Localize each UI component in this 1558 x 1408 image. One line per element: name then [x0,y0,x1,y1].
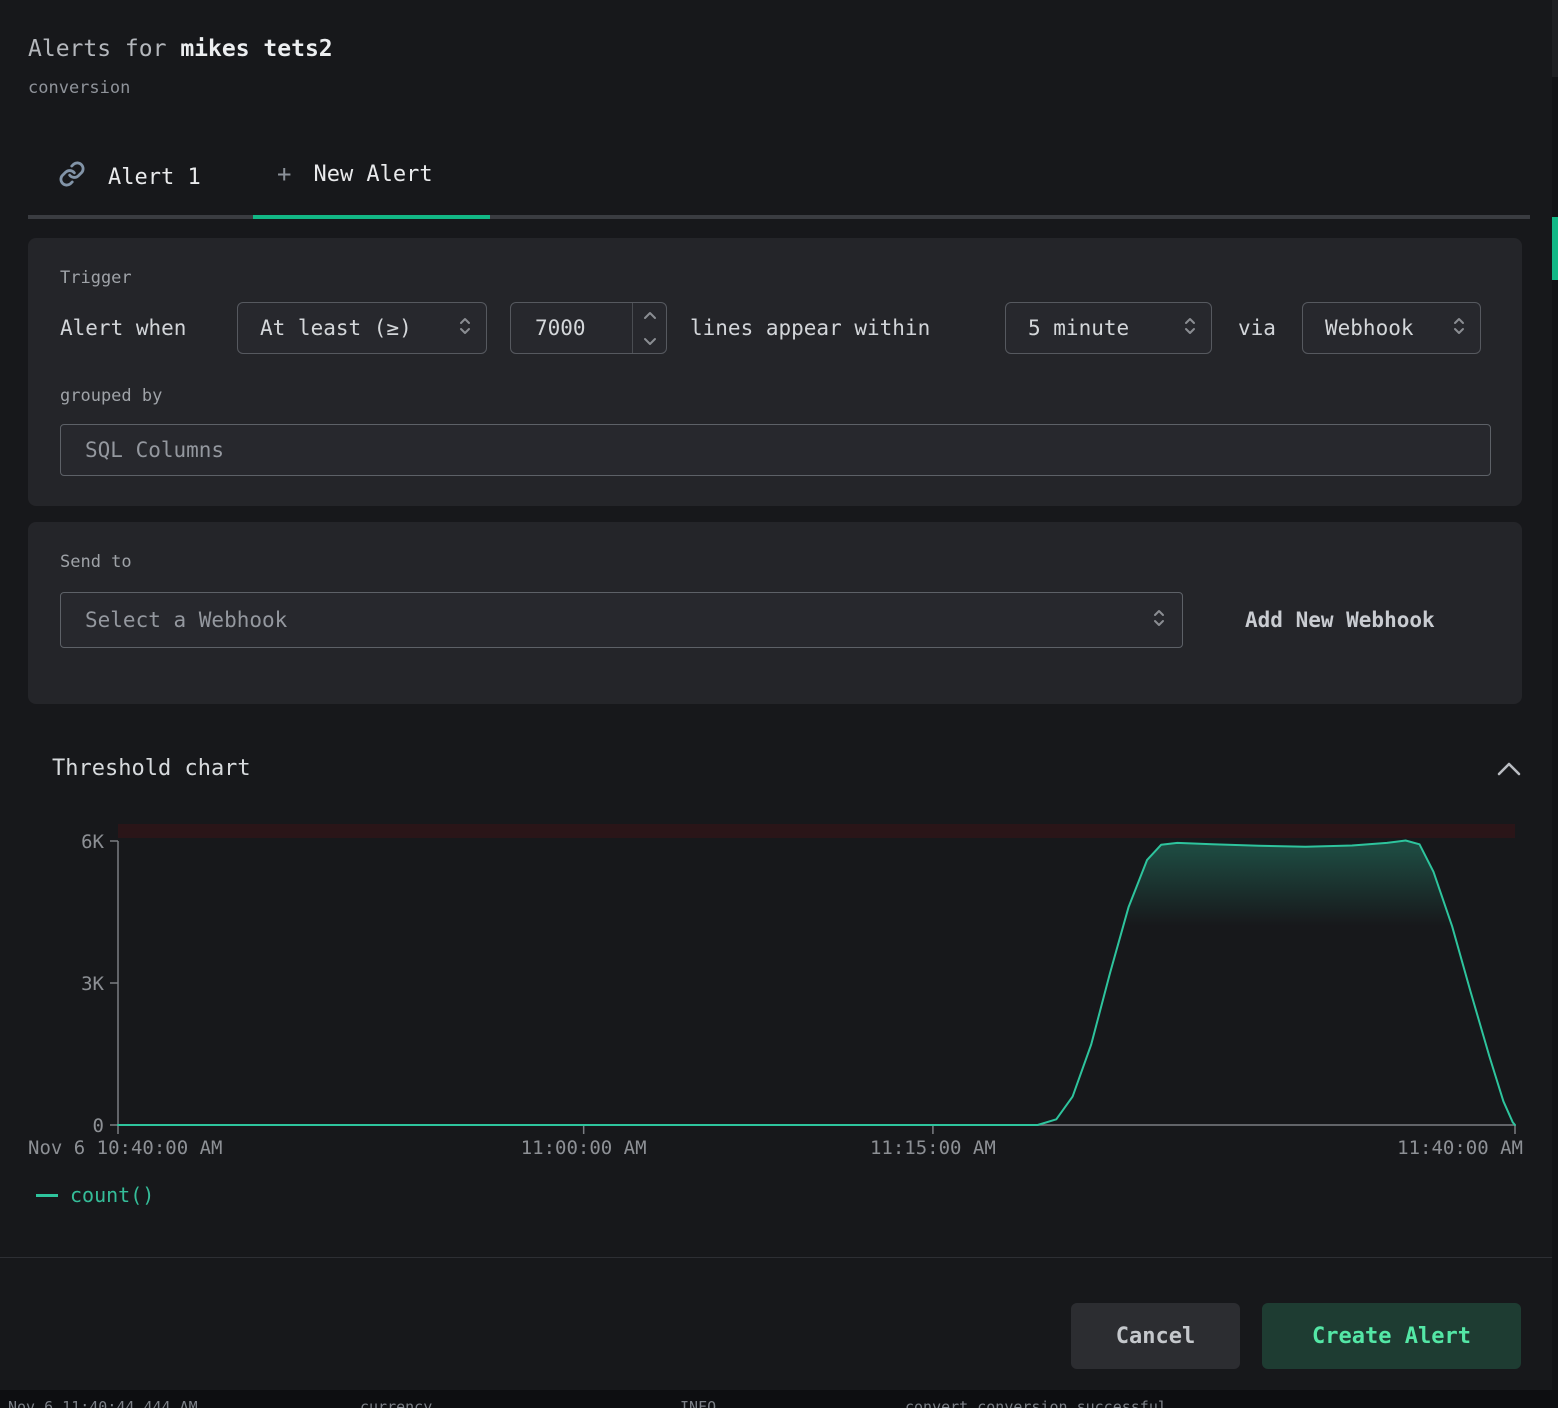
time-window-select[interactable]: 5 minute [1005,302,1212,354]
trigger-section-label: Trigger [60,268,132,288]
threshold-chart-title: Threshold chart [52,756,251,781]
x-tick-label: 11:40:00 AM [1397,1137,1523,1159]
webhook-select-value: Select a Webhook [85,608,287,632]
number-spinner [632,303,666,353]
page-title-source-name: mikes tets2 [180,36,332,62]
log-level: INFO [680,1398,716,1408]
collapse-chart-button[interactable] [1494,756,1524,782]
channel-select-value: Webhook [1325,316,1414,340]
trigger-panel: Trigger Alert when At least (≥) lines ap… [28,238,1522,506]
chevron-up-icon [1496,761,1522,777]
log-column: currency [360,1398,432,1408]
create-alert-button[interactable]: Create Alert [1262,1303,1521,1369]
spinner-up-icon[interactable] [633,303,666,328]
link-icon [58,160,86,194]
y-tick-label: 3K [81,973,104,995]
background-page-edge-accent [1552,217,1558,280]
via-label: via [1238,302,1276,354]
page-subtitle: conversion [28,78,130,98]
tab-underline-active [253,215,490,219]
log-timestamp: Nov 6 11:40:44.444 AM [8,1398,198,1408]
add-new-webhook-button[interactable]: Add New Webhook [1245,608,1435,632]
channel-select[interactable]: Webhook [1302,302,1481,354]
comparator-select[interactable]: At least (≥) [237,302,487,354]
group-by-input[interactable] [60,424,1491,476]
y-tick-label: 0 [93,1115,104,1137]
cancel-button[interactable]: Cancel [1071,1303,1240,1369]
series-area-fill [118,841,1515,1126]
lines-appear-within-label: lines appear within [690,302,930,354]
tab-alert-1[interactable]: Alert 1 [58,160,201,194]
legend-series-label: count() [70,1183,154,1207]
footer-divider [0,1257,1552,1258]
send-to-label: Send to [60,552,132,572]
x-tick-label: Nov 6 10:40:00 AM [28,1137,222,1159]
comparator-select-value: At least (≥) [260,316,412,340]
background-page-edge [1552,0,1558,1408]
tab-alert-1-label: Alert 1 [108,165,201,190]
send-to-panel: Send to Select a Webhook Add New Webhook [28,522,1522,704]
legend-line-swatch [36,1194,58,1197]
threshold-number-input-group [510,302,667,354]
chevron-updown-icon [1452,315,1466,342]
time-window-select-value: 5 minute [1028,316,1129,340]
log-message: convert conversion successful [905,1398,1167,1408]
spinner-down-icon[interactable] [633,328,666,353]
grouped-by-label: grouped by [60,386,162,406]
y-tick-label: 6K [81,831,104,853]
threshold-chart: 0 3K 6K Nov 6 10:40:00 AM 11:00:00 AM 11:15:0… [20,818,1532,1168]
tab-new-alert[interactable]: + New Alert [277,160,433,188]
page-title-prefix: Alerts for [28,36,180,62]
x-tick-label: 11:15:00 AM [870,1137,996,1159]
chevron-updown-icon [1183,315,1197,342]
alert-when-label: Alert when [60,302,186,354]
page-title: Alerts for mikes tets2 [28,36,333,62]
threshold-band [118,824,1515,838]
background-page-edge-header [1552,0,1558,77]
chevron-updown-icon [458,315,472,342]
chart-legend: count() [36,1183,154,1207]
webhook-select[interactable]: Select a Webhook [60,592,1183,648]
chevron-updown-icon [1152,607,1166,634]
plus-icon: + [277,160,291,188]
threshold-number-input[interactable] [511,303,632,353]
tab-new-alert-label: New Alert [313,162,432,187]
x-tick-label: 11:00:00 AM [521,1137,647,1159]
background-log-row: Nov 6 11:40:44.444 AM currency INFO conv… [0,1390,1558,1408]
